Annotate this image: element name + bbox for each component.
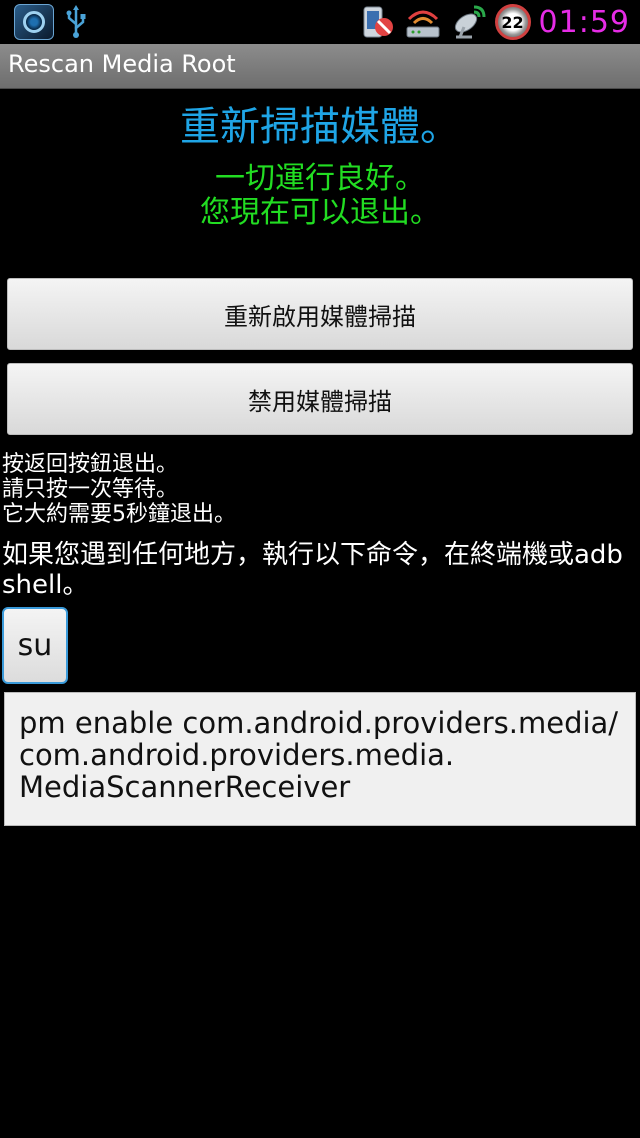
- status-line-2: 您現在可以退出。: [200, 195, 440, 230]
- status-bar: 22 01:59: [0, 0, 640, 44]
- disable-media-scan-button[interactable]: 禁用媒體掃描: [7, 363, 633, 435]
- instruction-line: 按返回按鈕退出。: [2, 452, 179, 477]
- satellite-icon: [449, 2, 489, 42]
- usb-icon: [64, 4, 88, 40]
- notification-count-badge: 22: [494, 4, 531, 40]
- clock: 01:59: [538, 4, 630, 40]
- phone-mute-icon: [357, 2, 397, 42]
- exit-instructions: 按返回按鈕退出。 請只按一次等待。 它大約需要5秒鐘退出。: [2, 452, 236, 527]
- command-text-box[interactable]: pm enable com.android.providers.media/ c…: [4, 692, 636, 826]
- page-title: 重新掃描媒體。: [180, 104, 460, 150]
- wifi-router-icon: [403, 2, 443, 42]
- su-button[interactable]: su: [2, 607, 68, 684]
- action-bar: Rescan Media Root: [0, 44, 640, 89]
- instruction-line: 它大約需要5秒鐘退出。: [2, 502, 236, 527]
- instruction-line: 請只按一次等待。: [2, 477, 179, 502]
- app-title: Rescan Media Root: [8, 50, 236, 78]
- help-text: 如果您遇到任何地方，執行以下命令，在終端機或adb shell。: [2, 540, 623, 600]
- camera-app-icon: [14, 4, 54, 40]
- status-line-1: 一切運行良好。: [215, 161, 425, 196]
- status-message: 一切運行良好。 您現在可以退出。: [0, 162, 640, 230]
- reenable-media-scan-button[interactable]: 重新啟用媒體掃描: [7, 278, 633, 350]
